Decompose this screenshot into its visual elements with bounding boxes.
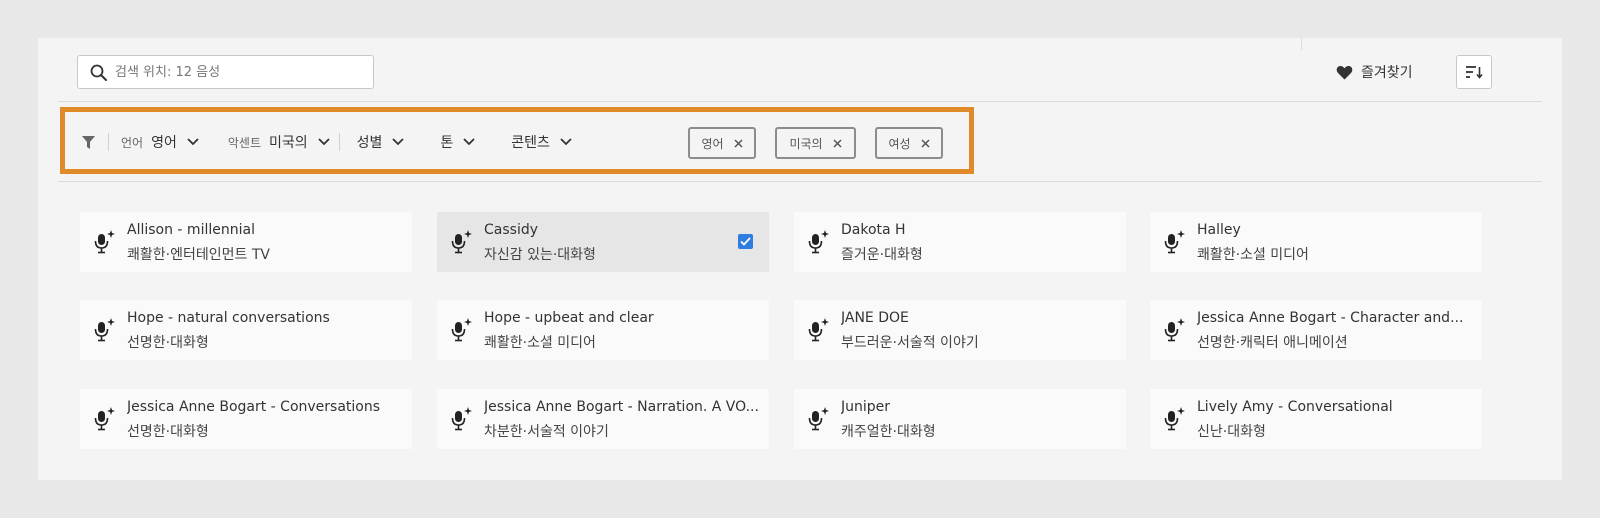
filter-chip[interactable]: 영어 bbox=[688, 127, 756, 159]
voice-name: Hope - upbeat and clear bbox=[484, 310, 654, 326]
language-filter-label: 언어 bbox=[121, 135, 144, 150]
accent-filter-label: 악센트 bbox=[227, 135, 261, 150]
voice-name: Juniper bbox=[841, 399, 891, 415]
language-filter-value: 영어 bbox=[151, 135, 177, 151]
chevron-down-icon bbox=[463, 138, 475, 146]
search-input[interactable] bbox=[115, 64, 355, 80]
mic-sparkle-icon bbox=[1164, 230, 1186, 258]
voice-description: 캐주얼한·대화형 bbox=[841, 424, 936, 440]
voice-description: 쾌활한·엔터테인먼트 TV bbox=[127, 247, 270, 263]
chevron-down-icon bbox=[392, 138, 405, 146]
accent-dropdown[interactable]: 악센트 미국의 bbox=[228, 132, 330, 152]
close-icon[interactable] bbox=[833, 138, 842, 148]
gender-filter-label: 성별 bbox=[356, 135, 383, 151]
gender-dropdown[interactable]: 성별 bbox=[357, 132, 405, 152]
search-icon bbox=[90, 64, 107, 81]
voice-card[interactable]: Jessica Anne Bogart - Conversations 선명한·대… bbox=[80, 389, 412, 449]
mic-sparkle-icon bbox=[808, 318, 830, 346]
voice-card[interactable]: JANE DOE 부드러운·서술적 이야기 bbox=[794, 300, 1126, 360]
voice-name: Allison - millennial bbox=[127, 222, 255, 238]
voice-name: Halley bbox=[1197, 222, 1241, 238]
check-icon bbox=[740, 237, 751, 246]
close-icon[interactable] bbox=[734, 138, 743, 148]
chevron-down-icon bbox=[187, 138, 199, 146]
voice-description: 자신감 있는·대화형 bbox=[484, 247, 596, 263]
tone-filter-label: 톤 bbox=[440, 135, 454, 151]
voice-picker-panel: 즐겨찾기 언어 영어 악센트 미국의 bbox=[38, 38, 1562, 480]
voice-card[interactable]: Halley 쾌활한·소셜 미디어 bbox=[1150, 212, 1482, 272]
voice-name: JANE DOE bbox=[841, 310, 909, 326]
voice-card[interactable]: Jessica Anne Bogart - Narration. A VO...… bbox=[437, 389, 769, 449]
voice-description: 선명한·캐릭터 애니메이션 bbox=[1197, 335, 1348, 351]
filter-icon bbox=[82, 135, 96, 149]
sort-button[interactable] bbox=[1456, 55, 1492, 89]
voice-description: 부드러운·서술적 이야기 bbox=[841, 335, 979, 351]
voice-card[interactable]: Dakota H 즐거운·대화형 bbox=[794, 212, 1126, 272]
voice-name: Jessica Anne Bogart - Character and... bbox=[1197, 310, 1464, 326]
voice-description: 선명한·대화형 bbox=[127, 335, 209, 351]
voice-card[interactable]: Juniper 캐주얼한·대화형 bbox=[794, 389, 1126, 449]
voice-name: Dakota H bbox=[841, 222, 906, 238]
favorites-label: 즐겨찾기 bbox=[1361, 65, 1413, 81]
filter-chip[interactable]: 미국의 bbox=[775, 127, 856, 159]
mic-sparkle-icon bbox=[451, 230, 473, 258]
mic-sparkle-icon bbox=[94, 407, 116, 435]
tone-dropdown[interactable]: 톤 bbox=[440, 132, 475, 152]
voice-card[interactable]: Allison - millennial 쾌활한·엔터테인먼트 TV bbox=[80, 212, 412, 272]
filter-chip-label: 영어 bbox=[701, 136, 724, 151]
voice-description: 선명한·대화형 bbox=[127, 424, 209, 440]
filter-chip-label: 여성 bbox=[888, 136, 911, 151]
divider bbox=[58, 181, 1542, 182]
mic-sparkle-icon bbox=[1164, 407, 1186, 435]
voice-description: 즐거운·대화형 bbox=[841, 247, 923, 263]
favorites-button[interactable]: 즐겨찾기 bbox=[1336, 62, 1413, 82]
selected-checkbox[interactable] bbox=[738, 234, 753, 249]
sort-icon bbox=[1466, 66, 1483, 79]
voice-name: Hope - natural conversations bbox=[127, 310, 330, 326]
voice-card[interactable]: Jessica Anne Bogart - Character and... 선명… bbox=[1150, 300, 1482, 360]
filter-bar: 언어 영어 악센트 미국의 성별 톤 콘텐츠 bbox=[82, 129, 572, 155]
voice-name: Jessica Anne Bogart - Narration. A VO... bbox=[484, 399, 759, 415]
accent-filter-value: 미국의 bbox=[268, 135, 308, 151]
content-filter-label: 콘텐츠 bbox=[511, 135, 550, 151]
divider bbox=[58, 101, 1542, 102]
divider bbox=[108, 133, 109, 151]
chevron-down-icon bbox=[317, 138, 330, 146]
heart-icon bbox=[1336, 65, 1353, 79]
filter-chip-label: 미국의 bbox=[789, 136, 823, 151]
divider bbox=[338, 133, 340, 151]
voice-card[interactable]: Hope - natural conversations 선명한·대화형 bbox=[80, 300, 412, 360]
language-dropdown[interactable]: 언어 영어 bbox=[121, 132, 199, 152]
voice-card[interactable]: Lively Amy - Conversational 신난·대화형 bbox=[1150, 389, 1482, 449]
mic-sparkle-icon bbox=[808, 230, 830, 258]
voice-name: Jessica Anne Bogart - Conversations bbox=[127, 399, 381, 415]
mic-sparkle-icon bbox=[1164, 318, 1186, 346]
mic-sparkle-icon bbox=[451, 407, 473, 435]
search-box[interactable] bbox=[77, 55, 374, 89]
voice-name: Cassidy bbox=[484, 222, 539, 238]
voice-description: 신난·대화형 bbox=[1197, 424, 1266, 440]
voice-description: 쾌활한·소셜 미디어 bbox=[484, 335, 596, 351]
mic-sparkle-icon bbox=[94, 318, 116, 346]
voice-name: Lively Amy - Conversational bbox=[1197, 399, 1393, 415]
mic-sparkle-icon bbox=[94, 230, 116, 258]
content-dropdown[interactable]: 콘텐츠 bbox=[511, 132, 572, 152]
voice-card[interactable]: Hope - upbeat and clear 쾌활한·소셜 미디어 bbox=[437, 300, 769, 360]
voice-description: 차분한·서술적 이야기 bbox=[484, 424, 609, 440]
divider bbox=[1301, 38, 1302, 50]
filter-chip[interactable]: 여성 bbox=[875, 127, 943, 159]
voice-description: 쾌활한·소셜 미디어 bbox=[1197, 247, 1309, 263]
close-icon[interactable] bbox=[921, 138, 930, 148]
chevron-down-icon bbox=[560, 138, 572, 146]
mic-sparkle-icon bbox=[451, 318, 473, 346]
mic-sparkle-icon bbox=[808, 407, 830, 435]
voice-card[interactable]: Cassidy 자신감 있는·대화형 bbox=[437, 212, 769, 272]
